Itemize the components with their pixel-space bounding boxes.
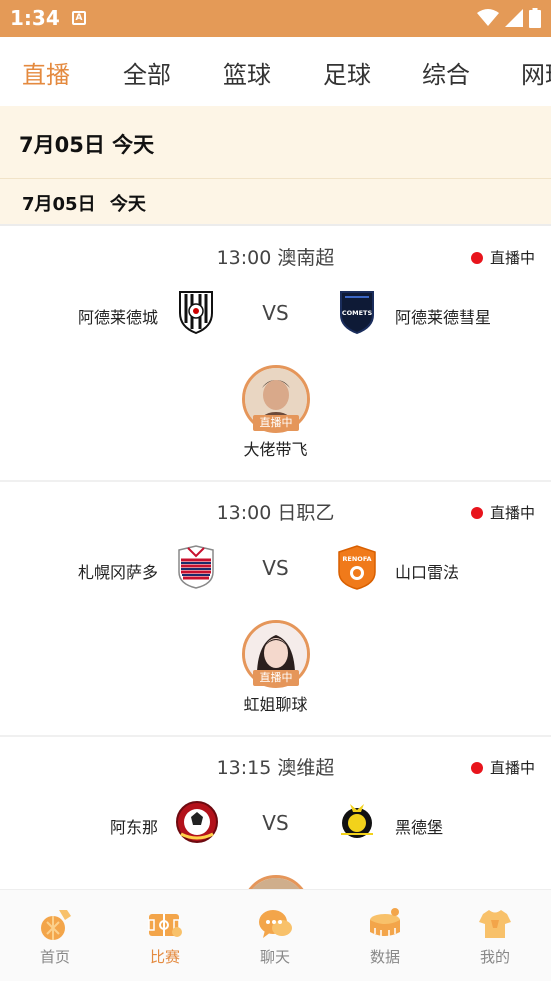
live-badge: 直播中	[470, 247, 535, 268]
status-bar: 1:34 A	[0, 0, 551, 37]
streamer-live-tag: 直播中	[253, 670, 299, 686]
data-stadium-icon	[370, 908, 400, 936]
bottom-navigation: 首页 比赛 聊天 数据 我的	[0, 889, 551, 981]
streamer-name: 虹姐聊球	[243, 695, 308, 714]
away-logo-text: COMETS	[342, 309, 373, 317]
nav-home[interactable]: 首页	[0, 890, 110, 981]
vs-label: VS	[262, 811, 289, 835]
live-badge: 直播中	[470, 757, 535, 778]
category-tab-bar: 直播 全部 篮球 足球 综合 网球	[0, 37, 551, 106]
match-field-icon	[148, 914, 182, 937]
home-icon	[41, 910, 71, 940]
signal-icon	[505, 9, 523, 27]
away-team-logo-icon	[341, 804, 373, 838]
status-icons	[477, 8, 541, 28]
streamer-name: 大佬带飞	[243, 440, 308, 459]
streamer-live-tag: 直播中	[253, 415, 299, 431]
live-dot-icon	[470, 251, 483, 264]
tab-tennis[interactable]: 网球	[521, 55, 551, 90]
live-label: 直播中	[489, 504, 535, 522]
vs-label: VS	[262, 556, 289, 580]
nav-profile[interactable]: 我的	[440, 890, 550, 981]
status-time: 1:34	[10, 6, 60, 30]
live-label: 直播中	[489, 249, 535, 267]
tab-all[interactable]: 全部	[123, 55, 171, 90]
away-team-name: 黑德堡	[395, 818, 444, 837]
away-logo-text: RENOFA	[342, 555, 371, 563]
live-label: 直播中	[489, 759, 535, 777]
match-time-league: 13:15 澳维超	[216, 757, 335, 779]
date-subheader-label: 7月05日 今天	[22, 194, 146, 215]
away-team-logo-icon: COMETS	[340, 291, 374, 335]
jersey-icon	[479, 910, 511, 938]
nav-match-label: 比赛	[149, 948, 180, 966]
nav-data-label: 数据	[369, 948, 400, 966]
battery-icon	[529, 8, 541, 28]
tab-live[interactable]: 直播	[22, 55, 70, 90]
away-team-name: 阿德莱德彗星	[395, 308, 492, 327]
tab-basketball[interactable]: 篮球	[223, 55, 271, 90]
date-subheader: 7月05日 今天	[0, 179, 551, 226]
chat-icon	[259, 910, 292, 938]
match-time-league: 13:00 澳南超	[216, 247, 335, 269]
tab-football[interactable]: 足球	[323, 55, 371, 90]
tab-general[interactable]: 综合	[422, 55, 470, 90]
away-team-logo-icon: RENOFA	[338, 545, 376, 590]
date-header-label: 7月05日 今天	[19, 133, 155, 157]
notification-icon: A	[72, 11, 86, 25]
nav-profile-label: 我的	[479, 948, 510, 966]
match-card[interactable]: 13:00 澳南超 直播中 阿德莱德城 VS COMETS 阿德莱德彗星 直播中…	[0, 227, 551, 482]
match-card[interactable]: 13:00 日职乙 直播中 札幌冈萨多 VS RENOFA 山口雷法 直播中 虹…	[0, 482, 551, 737]
wifi-icon	[477, 9, 499, 26]
live-badge: 直播中	[470, 502, 535, 523]
live-dot-icon	[470, 506, 483, 519]
nav-match[interactable]: 比赛	[110, 890, 220, 981]
match-time-league: 13:00 日职乙	[216, 502, 335, 524]
date-header: 7月05日 今天	[0, 106, 551, 179]
away-team-name: 山口雷法	[395, 563, 460, 582]
nav-chat-label: 聊天	[259, 948, 290, 966]
nav-data[interactable]: 数据	[330, 890, 440, 981]
nav-chat[interactable]: 聊天	[220, 890, 330, 981]
live-dot-icon	[470, 761, 483, 774]
nav-home-label: 首页	[39, 948, 70, 966]
